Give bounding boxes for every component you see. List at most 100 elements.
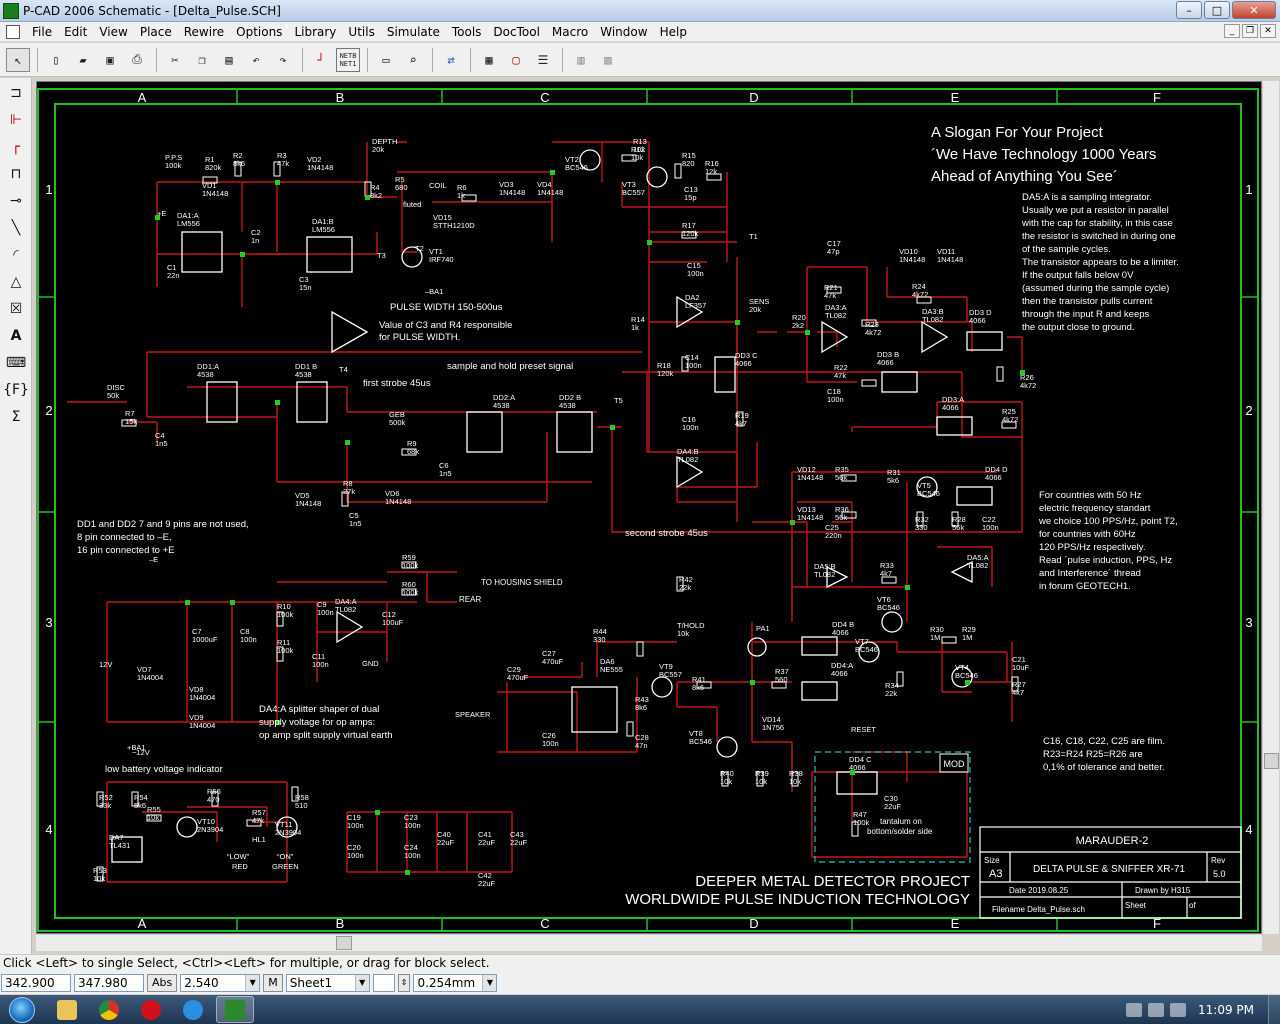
netlist-icon[interactable]: NETB NET1: [336, 47, 360, 72]
m-button[interactable]: M: [263, 974, 283, 992]
place-pin-icon[interactable]: ⊸: [3, 189, 29, 213]
menu-place[interactable]: Place: [134, 22, 178, 42]
abs-button[interactable]: Abs: [147, 974, 178, 992]
doc-restore-button[interactable]: ❐: [1242, 24, 1258, 38]
note-pps-line: for countries with 60Hz: [1039, 529, 1136, 540]
print-icon[interactable]: ⎙: [125, 48, 149, 72]
place-sum-icon[interactable]: Σ: [3, 405, 29, 429]
place-line-icon[interactable]: ╲: [3, 216, 29, 240]
menu-doctool[interactable]: DocTool: [487, 22, 546, 42]
grid-table-icon[interactable]: ▦: [477, 48, 501, 72]
menu-simulate[interactable]: Simulate: [381, 22, 446, 42]
cross-probe-icon[interactable]: ⇄: [439, 48, 463, 72]
component-value-103: 100n: [542, 739, 559, 748]
menu-window[interactable]: Window: [594, 22, 653, 42]
vertical-scrollbar[interactable]: [1262, 81, 1279, 934]
col-label-bottom-d: D: [749, 916, 758, 931]
paste-icon[interactable]: ▤: [217, 48, 241, 72]
misc-label-7: RESET: [851, 725, 876, 734]
tray-volume-icon[interactable]: [1170, 1002, 1186, 1017]
layer-color-box[interactable]: [372, 974, 395, 992]
line-width-select[interactable]: 0.254mm ▼: [413, 974, 498, 992]
menu-utils[interactable]: Utils: [342, 22, 380, 42]
component-value-142: 22uF: [478, 838, 496, 847]
zoom-icon[interactable]: ⌕: [401, 48, 425, 72]
taskbar-explorer[interactable]: [48, 996, 86, 1023]
vertical-scroll-thumb[interactable]: [1264, 753, 1279, 769]
menu-view[interactable]: View: [93, 22, 133, 42]
component-value-68: 1N4148: [797, 473, 823, 482]
select-tool-icon[interactable]: ↖: [6, 47, 30, 72]
misc-label-14: +E: [157, 209, 166, 218]
component-value-109: 10k: [789, 777, 801, 786]
place-attribute-icon[interactable]: {F}: [3, 378, 29, 402]
ruler-icon[interactable]: ▭: [374, 48, 398, 72]
place-arc-icon[interactable]: ◜: [3, 243, 29, 267]
wire-tool-icon[interactable]: ┘: [309, 48, 333, 72]
doc-minimize-button[interactable]: _: [1224, 24, 1240, 38]
y-coordinate[interactable]: 347.980: [74, 974, 144, 992]
taskbar-opera[interactable]: [132, 996, 170, 1023]
tray-flag-icon[interactable]: [1126, 1002, 1142, 1017]
new-file-icon[interactable]: ▯: [44, 48, 68, 72]
clock[interactable]: 11:09 PM: [1198, 1003, 1254, 1017]
place-wire-icon[interactable]: ┌: [3, 135, 29, 159]
taskbar-chrome[interactable]: [90, 996, 128, 1023]
copy-icon[interactable]: ❐: [190, 48, 214, 72]
component-value-43: 47k: [834, 371, 846, 380]
component-value-75: 220n: [825, 531, 842, 540]
place-ieee-icon[interactable]: ⌨: [3, 351, 29, 375]
component-value-122: 100n: [312, 660, 329, 669]
place-part-icon[interactable]: ⊓: [3, 162, 29, 186]
windows-orb-icon: [9, 996, 35, 1023]
menu-macro[interactable]: Macro: [546, 22, 594, 42]
menu-edit[interactable]: Edit: [58, 22, 93, 42]
maximize-button[interactable]: □: [1204, 1, 1230, 19]
component-value-70: 5k6: [887, 476, 899, 485]
taskbar-pcad[interactable]: [216, 996, 254, 1023]
cut-icon[interactable]: ✂: [163, 48, 187, 72]
library-edit-icon[interactable]: ▧: [596, 48, 620, 72]
horizontal-scrollbar[interactable]: [36, 934, 1262, 951]
document-icon[interactable]: [6, 24, 20, 39]
place-field-icon[interactable]: ☒: [3, 297, 29, 321]
row-label-right-4: 4: [1245, 822, 1252, 837]
place-polygon-icon[interactable]: △: [3, 270, 29, 294]
tray-network-icon[interactable]: [1148, 1002, 1164, 1017]
component-value-38: 2k2: [792, 321, 804, 330]
label-c3r4-2: for PULSE WIDTH.: [379, 332, 460, 343]
menu-library[interactable]: Library: [288, 22, 342, 42]
redo-icon[interactable]: ↷: [271, 48, 295, 72]
place-port-icon[interactable]: ⊐: [3, 81, 29, 105]
sheet-select[interactable]: Sheet1 ▼: [285, 974, 370, 992]
design-rule-icon[interactable]: ▢: [504, 48, 528, 72]
show-desktop-button[interactable]: [1268, 995, 1280, 1024]
menu-rewire[interactable]: Rewire: [178, 22, 230, 42]
component-value-49: 4066: [969, 316, 986, 325]
row-label-left-2: 2: [45, 403, 52, 418]
component-value-124: 1N4004: [189, 693, 215, 702]
component-value-97: BC557: [659, 670, 682, 679]
library-icon[interactable]: ▥: [569, 48, 593, 72]
place-text-icon[interactable]: A: [3, 324, 29, 348]
menu-help[interactable]: Help: [654, 22, 693, 42]
menu-tools[interactable]: Tools: [446, 22, 488, 42]
horizontal-scroll-thumb[interactable]: [336, 936, 352, 950]
grid-select[interactable]: 2.540 ▼: [180, 974, 261, 992]
place-bus-icon[interactable]: ⊩: [3, 108, 29, 132]
system-tray: 11:09 PM: [1126, 995, 1280, 1024]
list-icon[interactable]: ☰: [531, 48, 555, 72]
x-coordinate[interactable]: 342.900: [1, 974, 71, 992]
save-icon[interactable]: ▣: [98, 48, 122, 72]
minimize-button[interactable]: –: [1176, 1, 1202, 19]
taskbar-ie[interactable]: [174, 996, 212, 1023]
doc-close-button[interactable]: ✕: [1260, 24, 1276, 38]
schematic-canvas[interactable]: A B C D E F A B C D E F 1 2 3 4 1 2 3 4: [36, 81, 1262, 934]
menu-file[interactable]: File: [26, 22, 58, 42]
spin-button[interactable]: ⇕: [397, 974, 411, 992]
menu-options[interactable]: Options: [230, 22, 288, 42]
start-button[interactable]: [0, 995, 44, 1024]
close-button[interactable]: ✕: [1232, 1, 1276, 19]
undo-icon[interactable]: ↶: [244, 48, 268, 72]
open-file-icon[interactable]: ▰: [71, 48, 95, 72]
